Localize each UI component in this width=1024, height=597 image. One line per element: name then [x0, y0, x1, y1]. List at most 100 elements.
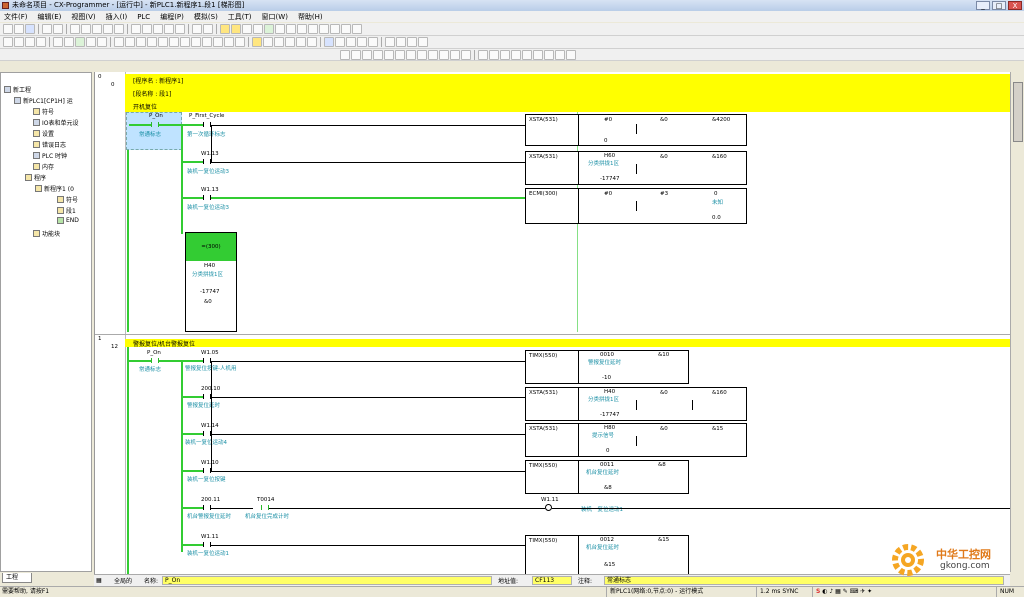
function-block[interactable]: TIMX(550) 0010 &10 警报复位延时 -10 [525, 350, 689, 384]
tree-io-table[interactable]: IO表和单元设 [33, 118, 79, 127]
pen-icon[interactable] [252, 37, 262, 47]
find-icon[interactable] [131, 24, 141, 34]
menu-simulate[interactable]: 模拟(S) [194, 12, 218, 22]
table-icon[interactable] [263, 37, 273, 47]
compare-icon[interactable] [308, 24, 318, 34]
sim-pause-icon[interactable] [373, 49, 383, 60]
menu-edit[interactable]: 编辑(E) [38, 12, 62, 22]
zoom-in-icon[interactable] [3, 37, 13, 47]
sim-forward-icon[interactable] [417, 49, 427, 60]
tree-plc-clock[interactable]: PLC 时钟 [33, 151, 67, 160]
tree-program-symbols[interactable]: 符号 [57, 195, 78, 204]
transfer-icon[interactable] [275, 24, 285, 34]
sim-skip-icon[interactable] [439, 49, 449, 60]
cross-ref-icon[interactable] [164, 24, 174, 34]
trace-icon[interactable] [555, 49, 565, 60]
set-value-icon[interactable] [533, 49, 543, 60]
comments-icon[interactable] [64, 37, 74, 47]
horizontal-line-icon[interactable] [191, 37, 201, 47]
contact-no-icon[interactable] [114, 37, 124, 47]
tree-symbols[interactable]: 符号 [33, 107, 54, 116]
error-log-icon[interactable] [368, 37, 378, 47]
stop-mode-icon[interactable] [330, 24, 340, 34]
save-icon[interactable] [25, 24, 35, 34]
differential-icon[interactable] [544, 49, 554, 60]
split-icon[interactable] [97, 37, 107, 47]
download-icon[interactable] [286, 24, 296, 34]
warning-icon[interactable] [220, 24, 230, 34]
upload-icon[interactable] [297, 24, 307, 34]
rung-icon[interactable] [75, 37, 85, 47]
menu-file[interactable]: 文件(F) [4, 12, 28, 22]
paste-icon[interactable] [92, 24, 102, 34]
sim-record-icon[interactable] [428, 49, 438, 60]
monitor-icon[interactable] [264, 24, 274, 34]
list-icon[interactable] [274, 37, 284, 47]
compile-icon[interactable] [242, 24, 252, 34]
menu-view[interactable]: 视图(V) [71, 12, 95, 22]
delete-icon[interactable] [235, 37, 245, 47]
copy-icon[interactable] [81, 24, 91, 34]
sim-trace-icon[interactable] [461, 49, 471, 60]
menu-program[interactable]: 编程(P) [160, 12, 184, 22]
force-cancel-icon[interactable] [500, 49, 510, 60]
reset-icon[interactable] [522, 49, 532, 60]
function-block[interactable]: TIMX(550) 0012 &15 机台复位延时 &15 [525, 535, 689, 574]
tree-function-blocks[interactable]: 功能块 [33, 229, 60, 238]
zoom-out-icon[interactable] [14, 37, 24, 47]
pause-icon[interactable] [175, 24, 185, 34]
function-block[interactable]: TIMX(550) 0011 &8 机台复位延时 &8 [525, 460, 689, 494]
close-button[interactable]: X [1008, 1, 1022, 10]
menu-insert[interactable]: 插入(I) [106, 12, 128, 22]
name-field[interactable]: P_On [162, 576, 492, 585]
run-mode-icon[interactable] [319, 24, 329, 34]
sim4-icon[interactable] [418, 37, 428, 47]
sim1-icon[interactable] [385, 37, 395, 47]
tree-settings[interactable]: 设置 [33, 129, 54, 138]
function-block[interactable]: XSTA(531) H40 &0 &160 分类拼拢1区 -17747 [525, 387, 747, 421]
redo-icon[interactable] [114, 24, 124, 34]
new-file-icon[interactable] [3, 24, 13, 34]
open-file-icon[interactable] [14, 24, 24, 34]
sim-play-icon[interactable] [406, 49, 416, 60]
tree-end[interactable]: END [57, 217, 79, 224]
zoom-icon[interactable] [36, 37, 46, 47]
menu-window[interactable]: 窗口(W) [262, 12, 288, 22]
memory-icon[interactable] [335, 37, 345, 47]
goto-icon[interactable] [153, 24, 163, 34]
tree-project[interactable]: 新工程 [4, 85, 31, 94]
sim-scan-icon[interactable] [395, 49, 405, 60]
function-block[interactable]: ECMI(300) #0 #3 0 未知 0.0 [525, 188, 747, 224]
scrollbar-thumb[interactable] [1013, 82, 1023, 142]
minimize-button[interactable]: _ [976, 1, 990, 10]
replace-icon[interactable] [142, 24, 152, 34]
vertical-scrollbar[interactable] [1010, 72, 1024, 572]
edit-icon[interactable] [296, 37, 306, 47]
print-icon[interactable] [42, 24, 52, 34]
set-icon[interactable] [511, 49, 521, 60]
sim3-icon[interactable] [407, 37, 417, 47]
instruction-icon[interactable] [224, 37, 234, 47]
monitor-mode-icon[interactable] [341, 24, 351, 34]
cut-icon[interactable] [70, 24, 80, 34]
undo-icon[interactable] [103, 24, 113, 34]
grid-icon[interactable] [53, 37, 63, 47]
tree-error-log[interactable]: 错误日志 [33, 140, 66, 149]
tab-project[interactable]: 工程 [2, 573, 32, 583]
tree-memory[interactable]: 内存 [33, 162, 54, 171]
force-off-icon[interactable] [489, 49, 499, 60]
io-table-icon[interactable] [324, 37, 334, 47]
info-icon[interactable] [192, 24, 202, 34]
sim-step-icon[interactable] [351, 49, 361, 60]
contact-nc-icon[interactable] [125, 37, 135, 47]
print2-icon[interactable] [307, 37, 317, 47]
sim2-icon[interactable] [396, 37, 406, 47]
coil-nc-icon[interactable] [213, 37, 223, 47]
function-block[interactable]: XSTA(531) #0 &0 &4200 0 [525, 114, 747, 146]
alert-icon[interactable] [231, 24, 241, 34]
sim-run-icon[interactable] [340, 49, 350, 60]
sim-stop-icon[interactable] [362, 49, 372, 60]
menu-help[interactable]: 帮助(H) [298, 12, 323, 22]
cut2-icon[interactable] [285, 37, 295, 47]
program-mode-icon[interactable] [352, 24, 362, 34]
